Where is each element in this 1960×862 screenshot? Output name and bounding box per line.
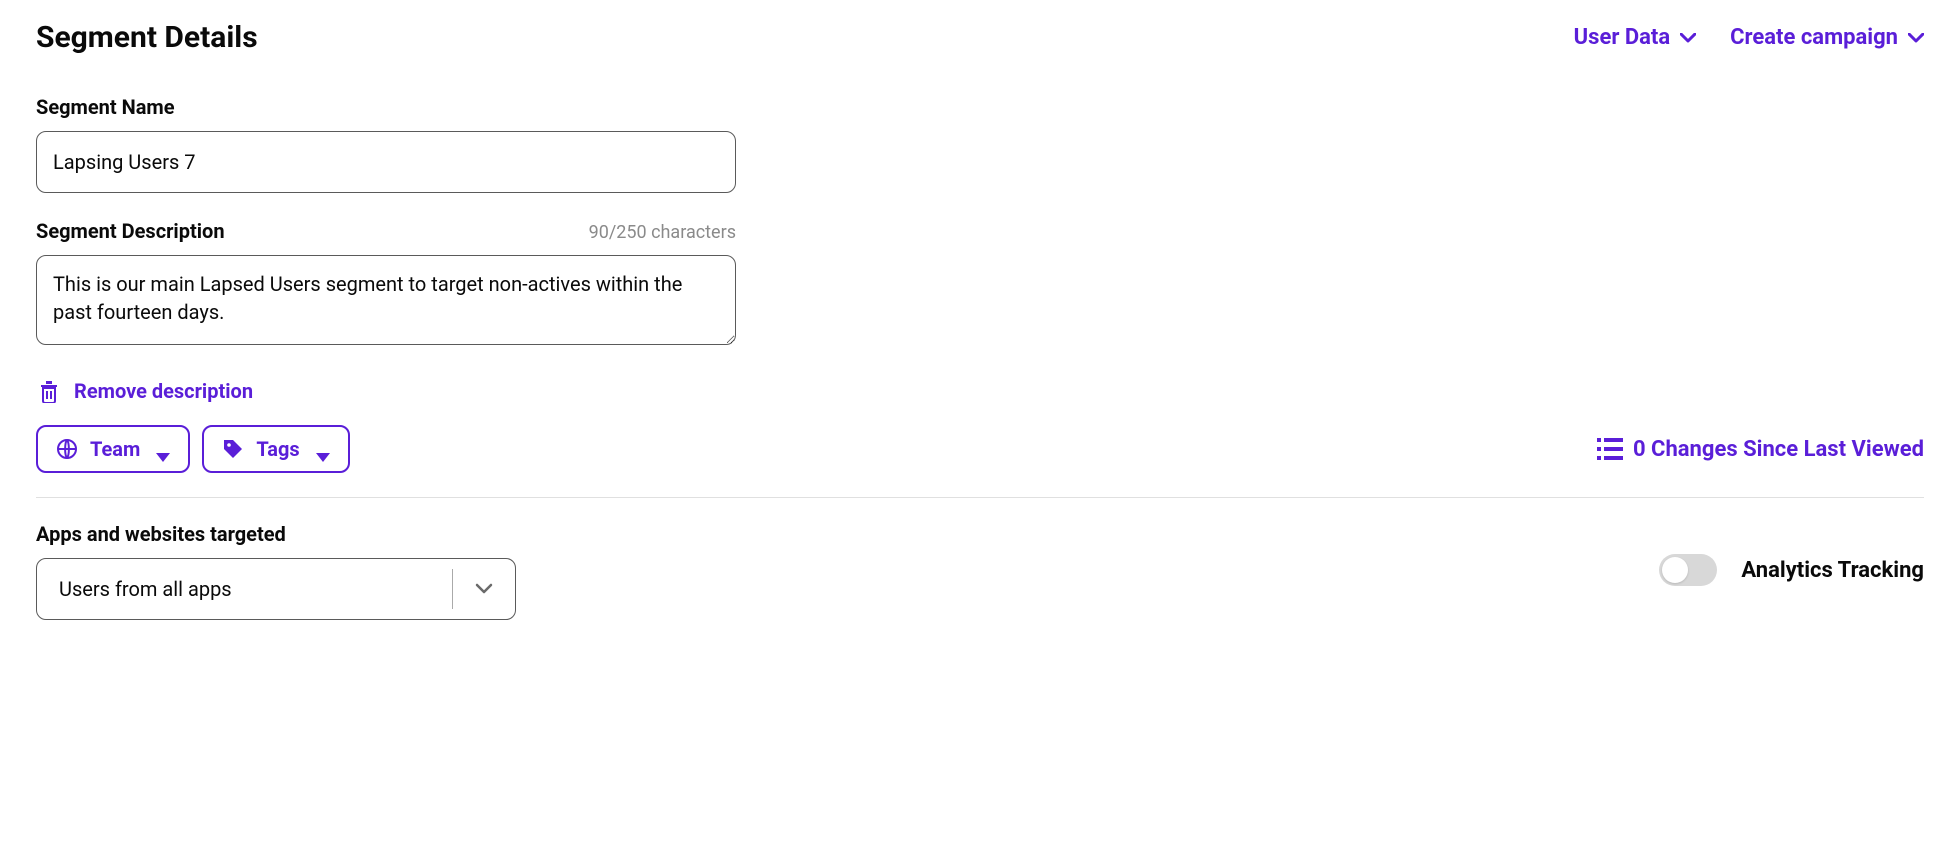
segment-name-input[interactable] [36, 131, 736, 193]
chevron-down-icon [1680, 33, 1696, 43]
create-campaign-dropdown[interactable]: Create campaign [1730, 25, 1924, 50]
apps-targeted-select[interactable]: Users from all apps [36, 558, 516, 620]
segment-description-input[interactable] [36, 255, 736, 345]
remove-description-label: Remove description [74, 379, 253, 403]
caret-down-icon [316, 444, 330, 454]
team-label: Team [90, 437, 140, 461]
chevron-down-icon [453, 583, 515, 595]
analytics-tracking-label: Analytics Tracking [1741, 558, 1924, 583]
user-data-label: User Data [1574, 25, 1671, 50]
segment-name-group: Segment Name [36, 95, 1924, 193]
toggle-knob [1662, 557, 1688, 583]
section-divider [36, 497, 1924, 498]
user-data-dropdown[interactable]: User Data [1574, 25, 1697, 50]
character-count: 90/250 characters [589, 222, 736, 243]
team-button[interactable]: Team [36, 425, 190, 473]
segment-name-label: Segment Name [36, 95, 1924, 119]
pill-group: Team Tags [36, 425, 350, 473]
changes-since-viewed-link[interactable]: 0 Changes Since Last Viewed [1597, 437, 1924, 462]
segment-description-group: Segment Description 90/250 characters [36, 219, 1924, 349]
tags-button[interactable]: Tags [202, 425, 349, 473]
globe-icon [56, 438, 78, 460]
apps-targeted-label: Apps and websites targeted [36, 522, 1659, 546]
header-actions: User Data Create campaign [1574, 25, 1924, 50]
apps-targeted-value: Users from all apps [37, 577, 452, 601]
caret-down-icon [156, 444, 170, 454]
remove-description-button[interactable]: Remove description [36, 375, 255, 407]
trash-icon [38, 379, 60, 403]
tag-icon [222, 438, 244, 460]
page-title: Segment Details [36, 20, 258, 55]
chevron-down-icon [1908, 33, 1924, 43]
tags-label: Tags [256, 437, 299, 461]
create-campaign-label: Create campaign [1730, 25, 1898, 50]
segment-description-label: Segment Description [36, 219, 225, 243]
changes-text: 0 Changes Since Last Viewed [1633, 437, 1924, 462]
list-icon [1597, 438, 1623, 460]
analytics-tracking-toggle[interactable] [1659, 554, 1717, 586]
